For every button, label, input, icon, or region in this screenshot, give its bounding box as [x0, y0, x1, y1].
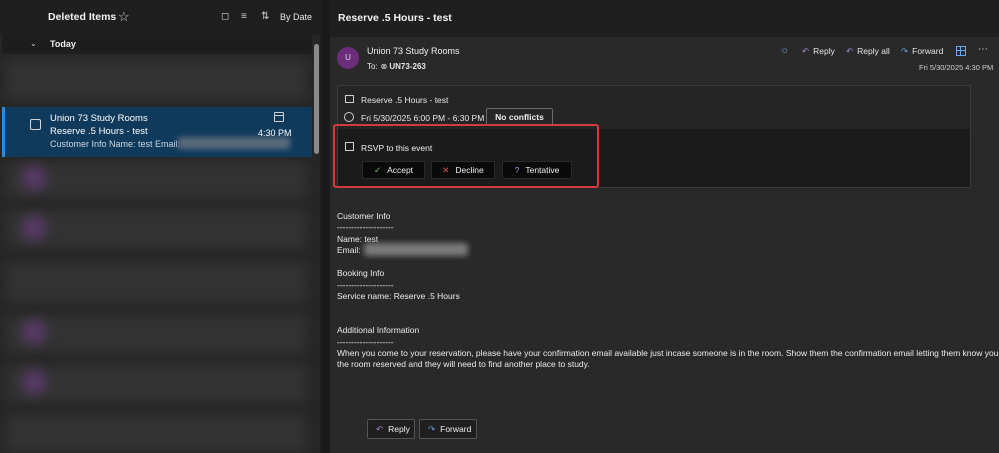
divider-line: --------------------	[337, 222, 394, 232]
list-header: Deleted Items ☆ ◻ ≡ ⇅ By Date	[0, 0, 320, 34]
footer-forward-button[interactable]: ↷ Forward	[419, 419, 477, 439]
booking-info-heading: Booking Info	[337, 268, 385, 278]
reply-all-icon: ↶	[846, 46, 854, 56]
check-icon: ✓	[373, 165, 382, 175]
rsvp-label: RSVP to this event	[361, 143, 433, 153]
star-icon[interactable]: ☆	[118, 9, 130, 25]
customer-info-heading: Customer Info	[337, 211, 391, 221]
item-time: 4:30 PM	[258, 128, 292, 138]
reply-icon: ↶	[376, 424, 384, 434]
reply-button[interactable]: ↶ Reply	[802, 46, 835, 57]
item-checkbox[interactable]	[30, 119, 41, 130]
forward-icon: ↷	[901, 46, 909, 56]
service-line: Service name: Reserve .5 Hours	[337, 291, 460, 301]
avatar[interactable]: U	[337, 47, 359, 69]
footer-reply-button[interactable]: ↶ Reply	[367, 419, 415, 439]
sort-button[interactable]: By Date	[280, 12, 312, 22]
no-conflicts-button[interactable]: No conflicts	[486, 108, 553, 126]
group-header-today[interactable]: ⌄ Today	[2, 34, 312, 54]
calendar-icon	[274, 112, 284, 122]
message-title: Reserve .5 Hours - test	[338, 12, 452, 24]
avatar	[22, 216, 46, 240]
chevron-down-icon[interactable]: ⌄	[30, 39, 37, 48]
redacted-email	[178, 137, 290, 149]
decline-button[interactable]: ✕ Decline	[431, 161, 495, 179]
avatar	[22, 320, 46, 344]
avatar	[22, 166, 46, 190]
select-mode-icon[interactable]: ◻	[221, 11, 229, 22]
event-time: Fri 5/30/2025 6:00 PM - 6:30 PM	[361, 113, 485, 123]
recipient-line: To: ⊗ UN73-263	[367, 62, 426, 71]
redacted-list-item[interactable]	[6, 262, 306, 302]
redacted-list-item[interactable]	[6, 210, 306, 248]
reply-all-button[interactable]: ↶ Reply all	[846, 46, 890, 57]
close-icon: ✕	[442, 165, 450, 175]
forward-button[interactable]: ↷ Forward	[901, 46, 943, 57]
more-icon[interactable]: ⋯	[978, 44, 988, 55]
event-subject: Reserve .5 Hours - test	[361, 95, 449, 105]
tentative-button[interactable]: ? Tentative	[502, 161, 572, 179]
grid-view-icon[interactable]	[956, 46, 966, 56]
email-label: Email:	[337, 245, 361, 255]
additional-info-heading: Additional Information	[337, 325, 420, 335]
redacted-list-item[interactable]	[6, 415, 306, 451]
paragraph-line: When you come to your reservation, pleas…	[337, 348, 999, 358]
paragraph-line: the room reserved and they will need to …	[337, 359, 590, 369]
sent-date: Fri 5/30/2025 4:30 PM	[919, 63, 994, 72]
selected-list-item[interactable]: Union 73 Study Rooms Reserve .5 Hours - …	[2, 107, 312, 157]
list-scrollbar[interactable]	[314, 44, 319, 154]
filter-icon[interactable]: ≡	[241, 11, 247, 22]
forward-icon: ↷	[428, 424, 436, 434]
divider-line: --------------------	[337, 337, 394, 347]
sender-name[interactable]: Union 73 Study Rooms	[367, 46, 460, 56]
item-preview: Customer Info Name: test Email:	[50, 139, 181, 149]
calendar-check-icon	[345, 142, 354, 151]
pane-divider[interactable]	[322, 0, 330, 453]
reply-icon: ↶	[802, 46, 810, 56]
avatar	[22, 370, 46, 394]
calendar-icon	[345, 95, 354, 103]
sort-icon[interactable]: ⇅	[261, 11, 269, 22]
redacted-list-item[interactable]	[6, 60, 306, 100]
accept-button[interactable]: ✓ Accept	[362, 161, 425, 179]
sun-icon[interactable]: ☼	[780, 45, 789, 56]
divider-line: --------------------	[337, 280, 394, 290]
redacted-list-item[interactable]	[6, 315, 306, 353]
group-label: Today	[50, 39, 76, 49]
redacted-email	[364, 243, 468, 256]
group-icon: ⊗	[380, 62, 388, 71]
to-label: To:	[367, 62, 378, 71]
question-icon: ?	[514, 165, 520, 175]
folder-title: Deleted Items	[48, 11, 117, 23]
clock-icon	[344, 112, 354, 122]
recipient-address[interactable]: UN73-263	[389, 62, 425, 71]
redacted-list-item[interactable]	[6, 162, 306, 198]
redacted-list-item[interactable]	[6, 365, 306, 403]
item-sender: Union 73 Study Rooms	[50, 113, 148, 124]
item-subject: Reserve .5 Hours - test	[50, 126, 148, 137]
